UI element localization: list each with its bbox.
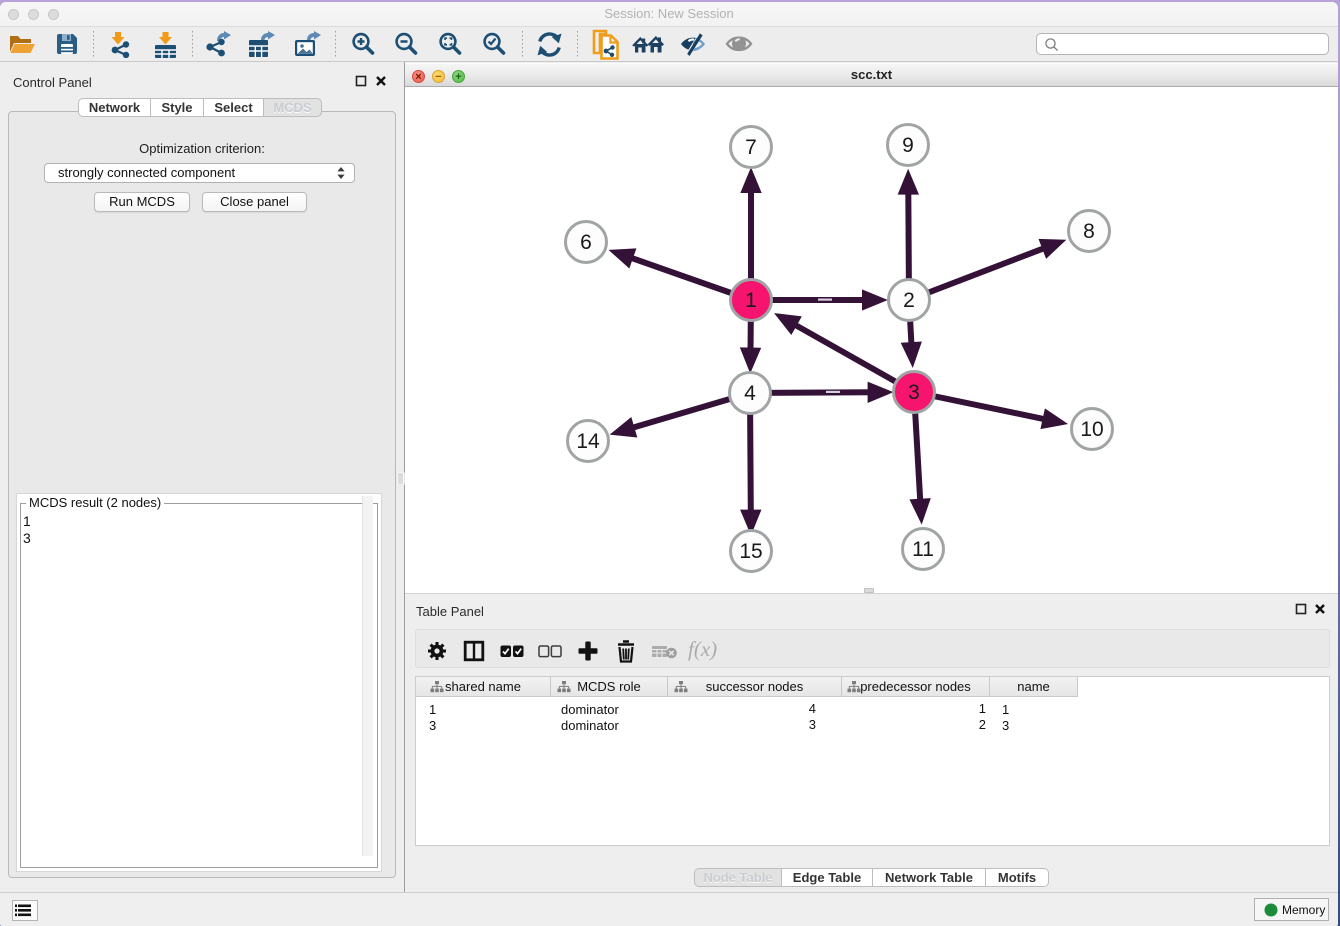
svg-text:6: 6	[580, 231, 592, 254]
svg-text:11: 11	[912, 538, 934, 561]
svg-text:7: 7	[745, 136, 757, 159]
svg-text:8: 8	[1083, 220, 1095, 243]
svg-text:4: 4	[744, 382, 756, 405]
svg-text:2: 2	[903, 289, 915, 312]
svg-text:1: 1	[745, 289, 757, 312]
svg-text:3: 3	[908, 381, 920, 404]
svg-text:14: 14	[576, 430, 600, 453]
svg-text:9: 9	[902, 134, 914, 157]
svg-text:10: 10	[1080, 418, 1103, 441]
svg-text:15: 15	[739, 540, 762, 563]
